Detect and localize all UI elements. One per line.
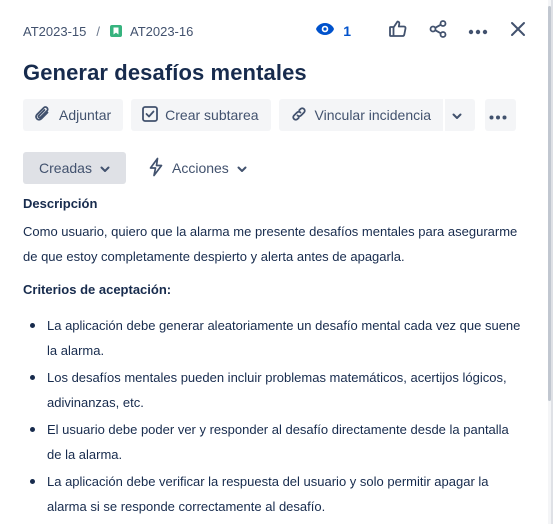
link-issue-label: Vincular incidencia <box>314 107 432 123</box>
actions-menu-label: Acciones <box>172 160 229 176</box>
chevron-down-icon <box>452 107 468 123</box>
watch-button[interactable]: 1 <box>311 18 355 44</box>
link-icon <box>289 104 315 127</box>
toolbar-more-button[interactable] <box>485 99 517 131</box>
breadcrumb-parent-link[interactable]: AT2023-15 <box>23 24 86 39</box>
link-issue-button[interactable]: Vincular incidencia <box>278 99 444 131</box>
breadcrumb: AT2023-15 / AT2023-16 <box>23 22 193 40</box>
subtask-icon <box>141 105 165 126</box>
eye-icon <box>315 22 335 41</box>
paperclip-icon <box>33 104 59 127</box>
actions-menu-button[interactable]: Acciones <box>148 152 247 184</box>
description-label: Descripción <box>23 196 98 211</box>
link-issue-group: Vincular incidencia <box>278 99 476 131</box>
more-icon <box>468 22 488 40</box>
close-button[interactable] <box>505 18 531 44</box>
lightning-icon <box>148 157 164 180</box>
close-icon <box>510 21 526 42</box>
description-text[interactable]: Como usuario, quiero que la alarma me pr… <box>23 219 523 269</box>
more-actions-button[interactable] <box>465 18 491 44</box>
list-item: La aplicación debe generar aleatoriament… <box>23 313 523 363</box>
link-issue-dropdown[interactable] <box>445 99 476 131</box>
breadcrumb-separator: / <box>96 23 100 39</box>
share-icon <box>428 19 448 44</box>
scrollbar-thumb[interactable] <box>548 6 551 401</box>
create-subtask-label: Crear subtarea <box>165 107 259 123</box>
list-item: La aplicación debe verificar la respuest… <box>23 469 523 519</box>
list-item: Los desafíos mentales pueden incluir pro… <box>23 365 523 415</box>
watch-count: 1 <box>343 23 351 39</box>
secondary-toolbar: Creadas Acciones <box>23 152 247 184</box>
attach-label: Adjuntar <box>59 107 112 123</box>
issue-title[interactable]: Generar desafíos mentales <box>23 60 307 86</box>
attach-button[interactable]: Adjuntar <box>23 99 124 131</box>
acceptance-criteria-list: La aplicación debe generar aleatoriament… <box>23 313 523 521</box>
chevron-down-icon <box>100 160 110 176</box>
list-item: El usuario debe poder ver y responder al… <box>23 417 523 467</box>
breadcrumb-issue-link[interactable]: AT2023-16 <box>130 24 193 39</box>
create-subtask-button[interactable]: Crear subtarea <box>131 99 271 131</box>
share-button[interactable] <box>425 18 451 44</box>
thumbs-up-icon <box>388 19 408 44</box>
created-filter-label: Creadas <box>39 160 92 176</box>
acceptance-criteria-title: Criterios de aceptación: <box>23 282 172 297</box>
chevron-down-icon <box>237 160 247 176</box>
created-filter-button[interactable]: Creadas <box>23 152 126 184</box>
story-icon <box>109 25 122 37</box>
like-button[interactable] <box>385 18 411 44</box>
issue-toolbar: Adjuntar Crear subtarea Vincular inciden… <box>23 99 517 131</box>
more-icon <box>489 107 513 123</box>
header-actions: 1 <box>311 18 531 44</box>
